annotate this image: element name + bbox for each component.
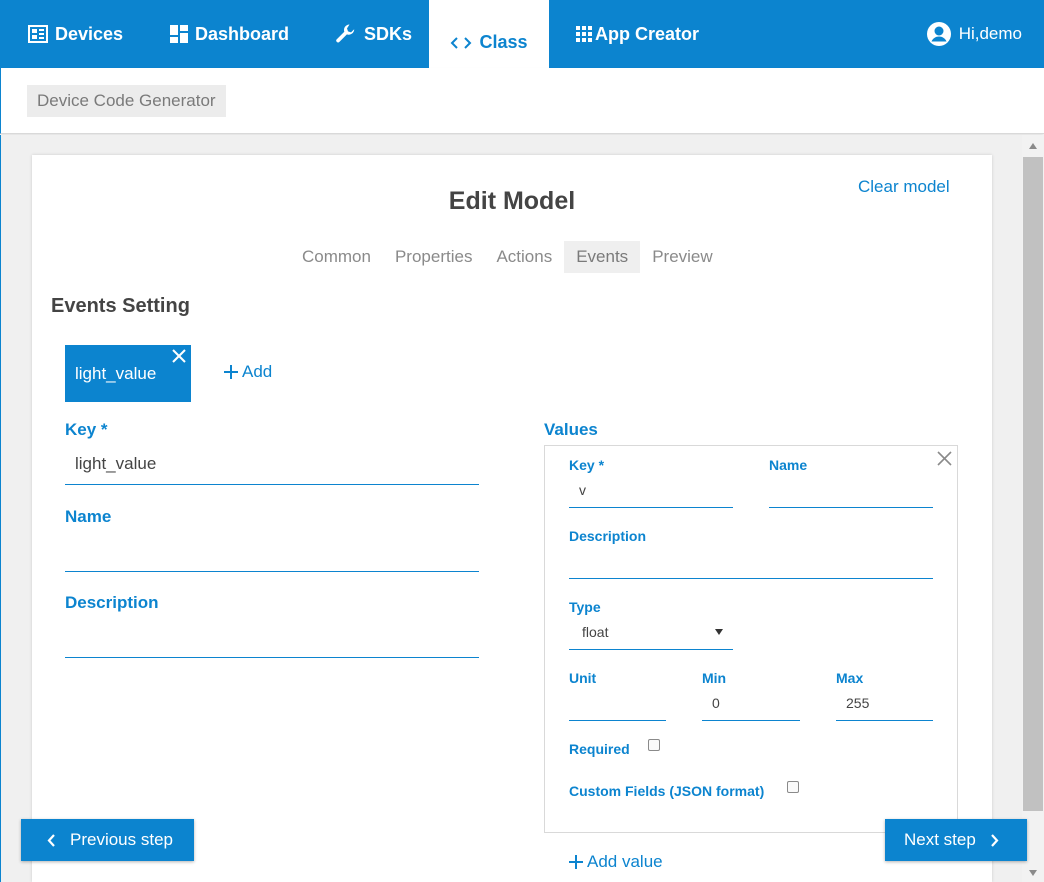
user-greeting: Hi,demo <box>958 24 1022 43</box>
event-key-input[interactable]: light_value <box>65 454 479 485</box>
dropdown-arrow-icon <box>715 629 723 635</box>
scrollbar-thumb[interactable] <box>1023 157 1043 811</box>
tab-actions[interactable]: Actions <box>484 241 564 273</box>
tab-preview[interactable]: Preview <box>640 241 724 273</box>
values-heading: Values <box>544 420 598 439</box>
dashboard-icon <box>170 25 188 43</box>
value-unit-label: Unit <box>569 670 597 686</box>
section-title: Events Setting <box>51 295 190 317</box>
user-menu[interactable]: Hi,demo <box>926 0 1022 68</box>
custom-fields-label: Custom Fields (JSON format) <box>569 783 765 799</box>
nav-sdks[interactable]: SDKs <box>335 0 412 68</box>
value-min-label: Min <box>702 670 727 686</box>
next-step-label: Next step <box>904 830 976 849</box>
plus-icon <box>224 365 238 379</box>
event-chip-label: light_value <box>75 364 157 383</box>
nav-dashboard[interactable]: Dashboard <box>170 0 289 68</box>
nav-devices-label: Devices <box>55 23 124 44</box>
top-navigation-bar: Devices Dashboard SDKs Class App Creator <box>0 0 1044 69</box>
apps-grid-icon <box>576 26 592 42</box>
nav-class[interactable]: Class <box>429 0 549 69</box>
chevron-right-icon <box>990 833 999 847</box>
tab-properties[interactable]: Properties <box>383 241 484 273</box>
value-key-input[interactable]: v <box>569 482 733 508</box>
event-chip[interactable]: light_value <box>65 345 191 402</box>
nav-app-creator[interactable]: App Creator <box>576 0 699 68</box>
value-key-label: Key * <box>569 457 605 473</box>
custom-fields-checkbox[interactable] <box>787 781 799 793</box>
event-name-label: Name <box>65 507 112 526</box>
add-event-button[interactable]: Add <box>224 362 272 382</box>
value-description-input[interactable] <box>569 552 933 579</box>
nav-dashboard-label: Dashboard <box>195 23 290 44</box>
scroll-down-arrow-icon[interactable] <box>1029 870 1037 876</box>
required-label: Required <box>569 741 630 757</box>
add-value-button[interactable]: Add value <box>569 852 663 872</box>
value-name-input[interactable] <box>769 482 933 508</box>
nav-class-label: Class <box>479 32 528 52</box>
sub-header: Device Code Generator <box>0 68 1044 134</box>
chevron-left-icon <box>47 833 55 847</box>
value-max-label: Max <box>836 670 864 686</box>
event-key-label: Key * <box>65 420 108 439</box>
previous-step-button[interactable]: Previous step <box>21 819 194 861</box>
nav-devices[interactable]: Devices <box>28 0 123 68</box>
value-min-input[interactable]: 0 <box>702 695 800 721</box>
previous-step-label: Previous step <box>70 830 173 849</box>
tab-common[interactable]: Common <box>290 241 383 273</box>
event-name-input[interactable] <box>65 540 479 572</box>
value-type-selected: float <box>582 624 609 640</box>
plus-icon <box>569 855 583 869</box>
close-icon[interactable] <box>936 450 953 467</box>
required-checkbox[interactable] <box>648 739 660 751</box>
value-unit-input[interactable] <box>569 695 666 721</box>
code-icon <box>451 36 472 49</box>
user-avatar-icon <box>926 22 951 46</box>
breadcrumb[interactable]: Device Code Generator <box>27 85 226 117</box>
event-description-input[interactable] <box>65 626 479 658</box>
devices-icon <box>28 25 48 43</box>
next-step-button[interactable]: Next step <box>885 819 1027 861</box>
value-type-select[interactable]: float <box>569 624 733 650</box>
nav-sdks-label: SDKs <box>364 23 413 44</box>
value-name-label: Name <box>769 457 808 473</box>
value-description-label: Description <box>569 528 647 544</box>
event-description-label: Description <box>65 593 159 612</box>
value-type-label: Type <box>569 599 601 615</box>
clear-model-link[interactable]: Clear model <box>858 177 950 197</box>
scroll-up-arrow-icon[interactable] <box>1029 143 1037 149</box>
tab-events[interactable]: Events <box>564 241 641 273</box>
model-tabs: Common Properties Actions Events Preview <box>290 241 725 273</box>
add-event-label: Add <box>242 362 273 381</box>
close-icon[interactable] <box>171 348 187 364</box>
value-max-input[interactable]: 255 <box>836 695 933 721</box>
nav-app-creator-label: App Creator <box>595 23 700 44</box>
add-value-label: Add value <box>587 852 663 871</box>
wrench-icon <box>336 24 355 43</box>
vertical-scrollbar[interactable] <box>1022 135 1044 882</box>
